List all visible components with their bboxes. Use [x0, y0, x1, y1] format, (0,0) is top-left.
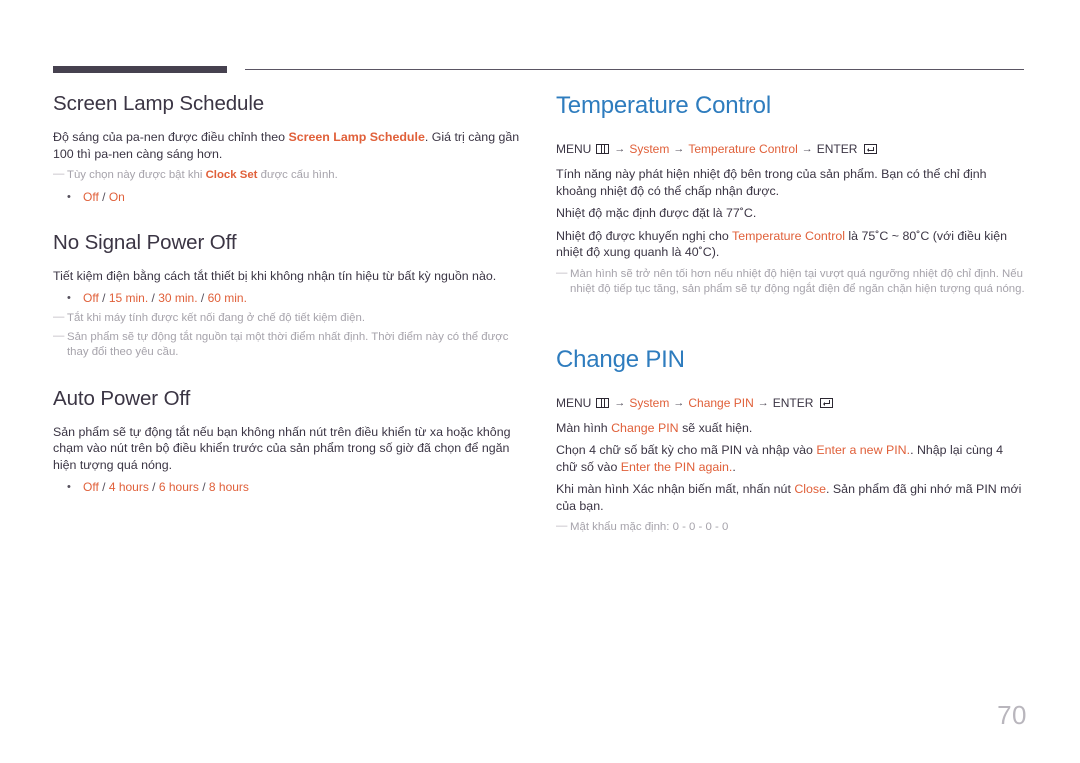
option-off: Off	[83, 480, 99, 494]
option-separator: /	[98, 480, 109, 494]
accent-change-pin: Change PIN	[611, 420, 679, 435]
text-fragment: Sản phẩm sẽ tự động tắt nguồn tại một th…	[67, 330, 509, 359]
menu-path-change-pin: MENU → System → Change PIN → ENTER	[556, 395, 1026, 411]
header-rules	[53, 66, 1024, 76]
note-dash-icon: ―	[556, 520, 568, 532]
option-15-min: 15 min.	[108, 291, 149, 305]
option-off: Off	[83, 189, 99, 204]
note-overheat-warning: ― Màn hình sẽ trở nên tối hơn nếu nhiệt đ…	[556, 267, 1026, 298]
auto-power-off-description: Sản phẩm sẽ tự động tắt nếu bạn không nh…	[53, 424, 511, 472]
menu-label: MENU	[556, 142, 592, 156]
right-column: Temperature Control MENU → System → Temperat…	[556, 92, 1026, 539]
left-column: Screen Lamp Schedule Độ sáng của pa-nen …	[53, 92, 523, 500]
text-fragment: Tùy chọn này được bật khi	[67, 169, 206, 181]
bullet-icon: •	[67, 292, 71, 304]
note-dash-icon: ―	[556, 266, 568, 279]
option-60-min: 60 min.	[207, 291, 247, 305]
text-fragment: Mật khẩu mặc định: 0 - 0 - 0 - 0	[570, 521, 729, 533]
arrow-icon: →	[757, 396, 769, 409]
option-separator: /	[98, 291, 109, 305]
option-6-hours: 6 hours	[158, 480, 199, 494]
change-pin-description-3: Khi màn hình Xác nhận biến mất, nhấn nút…	[556, 481, 1026, 514]
text-fragment: Nhiệt độ được khuyến nghị cho	[556, 228, 733, 243]
text-fragment: Tắt khi máy tính được kết nối đang ở chế…	[67, 312, 365, 324]
accent-screen-lamp-schedule: Screen Lamp Schedule	[288, 130, 425, 144]
enter-label: ENTER	[772, 395, 814, 410]
accent-temperature-control: Temperature Control	[732, 228, 845, 243]
bullet-icon: •	[67, 190, 71, 203]
change-pin-description-2: Chọn 4 chữ số bất kỳ cho mã PIN và nhập …	[556, 442, 1026, 475]
note-clock-set: ― Tùy chọn này được bật khi Clock Set đượ…	[53, 168, 523, 184]
arrow-icon: →	[801, 143, 813, 155]
option-4-hours: 4 hours	[108, 480, 149, 494]
note-dash-icon: ―	[53, 168, 65, 180]
heading-screen-lamp-schedule: Screen Lamp Schedule	[53, 92, 265, 115]
options-auto-power-off: • Off / 4 hours / 6 hours / 8 hours	[53, 479, 523, 495]
arrow-icon: →	[673, 143, 685, 155]
text-fragment: Khi màn hình Xác nhận biến mất, nhấn nút	[556, 482, 795, 496]
menu-bars-icon	[596, 144, 610, 154]
manual-page: Screen Lamp Schedule Độ sáng của pa-nen …	[0, 0, 1080, 763]
note-dash-icon: ―	[53, 311, 65, 323]
text-fragment: sẽ xuất hiện.	[678, 420, 753, 435]
no-signal-power-off-description: Tiết kiệm điện bằng cách tắt thiết bị kh…	[53, 268, 497, 283]
text-fragment: Chọn 4 chữ số bất kỳ cho mã PIN và nhập …	[556, 443, 817, 457]
accent-enter-the-pin-again: Enter the PIN again.	[620, 459, 733, 474]
text-fragment: được cấu hình.	[257, 169, 338, 181]
arrow-icon: →	[614, 143, 626, 155]
option-separator: /	[98, 189, 109, 204]
accent-clock-set: Clock Set	[205, 169, 258, 181]
heading-change-pin: Change PIN	[556, 345, 685, 373]
note-default-password: ― Mật khẩu mặc định: 0 - 0 - 0 - 0	[556, 520, 1026, 536]
enter-return-icon	[864, 144, 878, 154]
option-30-min: 30 min.	[158, 291, 198, 305]
arrow-icon: →	[673, 396, 685, 409]
page-number: 70	[997, 700, 1027, 730]
header-rule-thick	[53, 66, 227, 73]
temperature-control-recommended-range: Nhiệt độ được khuyến nghị cho Temperatur…	[556, 228, 1026, 261]
heading-temperature-control: Temperature Control	[556, 92, 771, 119]
accent-close: Close	[794, 482, 827, 496]
note-dash-icon: ―	[53, 329, 65, 342]
temperature-control-description-1: Tính năng này phát hiện nhiệt độ bên tro…	[556, 167, 987, 198]
menu-item-system: System	[629, 395, 670, 410]
text-fragment: .	[732, 459, 736, 474]
menu-item-system: System	[629, 142, 670, 156]
accent-enter-a-new-pin: Enter a new PIN.	[816, 443, 911, 457]
menu-bars-icon	[596, 397, 610, 408]
option-8-hours: 8 hours	[208, 480, 249, 494]
heading-no-signal-power-off: No Signal Power Off	[53, 230, 237, 254]
change-pin-description-1: Màn hình Change PIN sẽ xuất hiện.	[556, 420, 1026, 437]
options-screen-lamp-schedule: • Off / On	[53, 189, 523, 205]
menu-path-temperature-control: MENU → System → Temperature Control → ENTER	[556, 141, 1026, 157]
note-pc-power-saving: ― Tắt khi máy tính được kết nối đang ở ch…	[53, 311, 523, 327]
text-fragment: Màn hình	[556, 420, 612, 435]
note-auto-power-time: ― Sản phẩm sẽ tự động tắt nguồn tại một t…	[53, 330, 523, 361]
enter-label: ENTER	[816, 142, 858, 156]
temperature-control-default-value: Nhiệt độ mặc định được đặt là 77˚C.	[556, 206, 757, 220]
text-fragment: Độ sáng của pa-nen được điều chỉnh theo	[53, 130, 289, 144]
option-separator: /	[148, 480, 159, 494]
menu-label: MENU	[556, 395, 592, 410]
screen-lamp-schedule-description: Độ sáng của pa-nen được điều chỉnh theo …	[53, 129, 523, 162]
menu-item-change-pin: Change PIN	[688, 395, 754, 410]
arrow-icon: →	[614, 396, 626, 409]
heading-auto-power-off: Auto Power Off	[53, 386, 191, 410]
enter-return-icon	[820, 397, 834, 408]
bullet-icon: •	[67, 481, 71, 493]
option-off: Off	[83, 291, 99, 305]
options-no-signal-power-off: • Off / 15 min. / 30 min. / 60 min.	[53, 290, 523, 306]
text-fragment: Màn hình sẽ trở nên tối hơn nếu nhiệt độ…	[570, 267, 1025, 296]
option-on: On	[108, 189, 125, 204]
option-separator: /	[197, 291, 208, 305]
option-separator: /	[148, 291, 159, 305]
menu-item-temperature-control: Temperature Control	[688, 142, 798, 156]
option-separator: /	[198, 480, 209, 494]
header-rule-thin	[245, 69, 1024, 70]
